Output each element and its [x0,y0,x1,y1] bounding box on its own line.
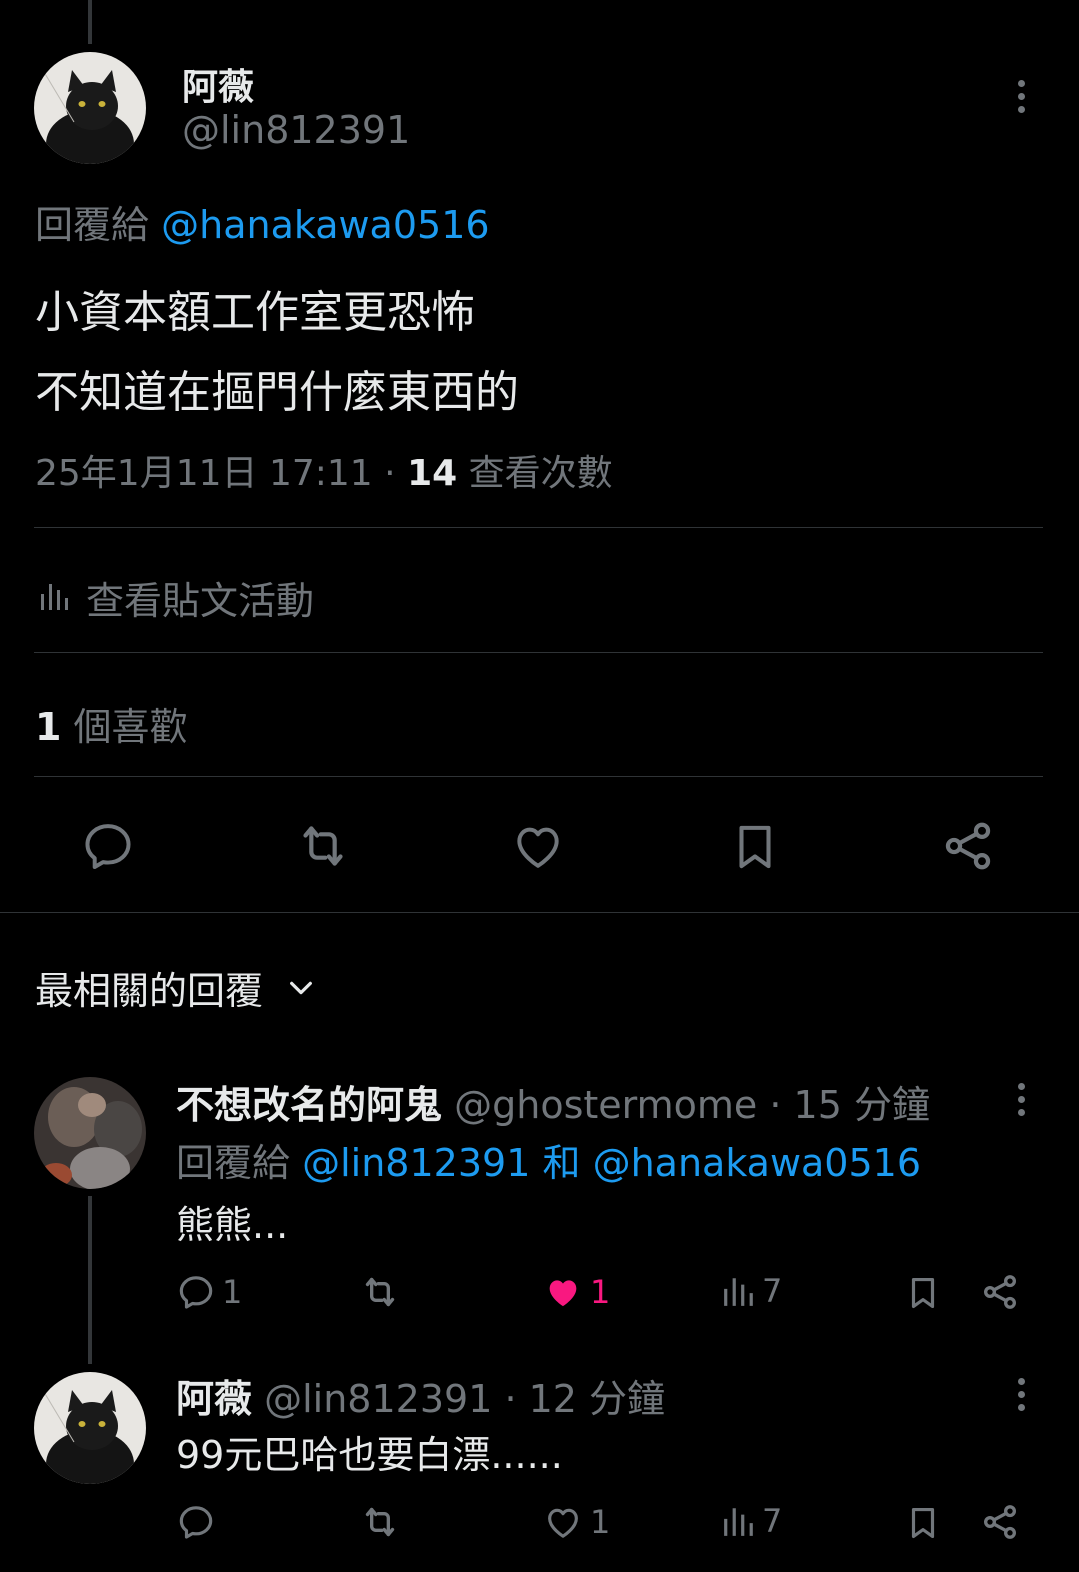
avatar[interactable] [34,52,146,164]
thread-connector-top [88,0,92,44]
section-divider [0,912,1079,913]
analytics-icon [38,580,70,616]
reply-2-bookmark-button[interactable] [904,1502,942,1544]
reply-2-text: 99元巴哈也要白漂...... [176,1433,563,1477]
reply-2-header: 阿薇 @lin812391 · 12 分鐘 [176,1368,665,1423]
reply-2-reply-button[interactable] [176,1502,216,1542]
view-count: 7 [762,1272,783,1310]
reply-prefix: 回覆給 [176,1141,291,1185]
post-activity-label: 查看貼文活動 [86,579,315,623]
reply-1-text: 熊熊... [176,1203,289,1247]
likes-label: 個喜歡 [73,705,188,749]
replies-sort-label: 最相關的回覆 [35,969,264,1013]
reply-2-author-name[interactable]: 阿薇 [176,1377,252,1421]
tweet-meta: 25年1月11日 17:11 · 14 查看次數 [35,444,613,496]
views-count: 14 [407,453,458,494]
chevron-down-icon [290,981,312,994]
more-options-icon[interactable] [1015,1083,1027,1116]
reply-icon [179,1276,213,1309]
analytics-icon [724,1508,753,1536]
reply-to-mention[interactable]: @hanakawa0516 [593,1141,921,1185]
tweet-text-line-2: 不知道在摳門什麼東西的 [35,367,519,418]
avatar[interactable] [34,1372,146,1484]
post-activity-link[interactable]: 查看貼文活動 [38,570,314,625]
reply-button[interactable] [80,818,136,878]
like-button[interactable] [510,818,566,878]
author-handle[interactable]: @lin812391 [182,108,410,152]
repost-icon [303,826,343,866]
reply-2-like-button[interactable]: 1 [542,1502,610,1542]
heart-filled-icon [549,1280,577,1307]
reply-1-context: 回覆給 @lin812391 和 @hanakawa0516 [176,1132,921,1187]
reply-1-header: 不想改名的阿鬼 @ghostermome · 15 分鐘 [176,1074,930,1129]
thread-connector [88,1196,92,1364]
like-count: 1 [590,1273,611,1311]
repost-button[interactable] [294,818,352,878]
reply-1-share-button[interactable] [980,1272,1020,1312]
tweet-text-line-1: 小資本額工作室更恐怖 [35,287,475,338]
like-count: 1 [590,1503,611,1541]
meta-separator: · [384,453,396,494]
reply-2-handle[interactable]: @lin812391 [264,1377,492,1421]
share-button[interactable] [940,818,996,878]
reply-count: 1 [222,1273,243,1311]
reply-context: 回覆給 @hanakawa0516 [35,194,490,249]
reply-1-repost-button[interactable] [358,1272,402,1312]
share-icon [984,1275,1016,1309]
bookmark-button[interactable] [728,818,782,880]
divider [34,652,1043,653]
author-name[interactable]: 阿薇 [182,58,254,110]
views-label: 查看次數 [468,453,613,494]
reply-icon [85,824,131,869]
reply-2-share-button[interactable] [980,1502,1020,1542]
repost-icon [365,1507,395,1537]
reply-1-reply-button[interactable]: 1 [176,1272,242,1312]
reply-2-repost-button[interactable] [358,1502,402,1542]
share-icon [984,1505,1016,1539]
timestamp[interactable]: 25年1月11日 17:11 [35,453,373,494]
reply-icon [179,1506,213,1539]
reply-1-like-button[interactable]: 1 [542,1272,610,1312]
avatar[interactable] [34,1077,146,1189]
reply-to-mention[interactable]: @hanakawa0516 [161,203,489,247]
reply-1-views-button[interactable]: 7 [722,1272,782,1310]
divider [34,776,1043,777]
heart-icon [548,1508,578,1538]
more-options-icon[interactable] [1015,1378,1027,1411]
divider [34,527,1043,528]
analytics-icon [724,1278,753,1306]
reply-2-time[interactable]: · 12 分鐘 [504,1377,665,1421]
reply-prefix: 回覆給 [35,203,150,247]
likes-summary[interactable]: 1 個喜歡 [35,696,188,751]
repost-icon [365,1277,395,1307]
bookmark-icon [911,1277,935,1309]
reply-1-author-name[interactable]: 不想改名的阿鬼 [176,1083,442,1127]
bookmark-icon [739,825,771,869]
more-options-icon[interactable] [1015,80,1027,113]
reply-1-bookmark-button[interactable] [904,1272,942,1314]
heart-icon [517,827,559,868]
reply-1-handle[interactable]: @ghostermome [454,1083,757,1127]
reply-and: 和 [542,1141,581,1185]
replies-sort-dropdown[interactable]: 最相關的回覆 [35,960,317,1015]
likes-count: 1 [35,705,62,749]
bookmark-icon [911,1507,935,1539]
share-icon [945,822,991,870]
reply-2-views-button[interactable]: 7 [722,1502,782,1540]
reply-to-mention[interactable]: @lin812391 [302,1141,530,1185]
reply-1-time[interactable]: · 15 分鐘 [769,1083,930,1127]
view-count: 7 [762,1502,783,1540]
